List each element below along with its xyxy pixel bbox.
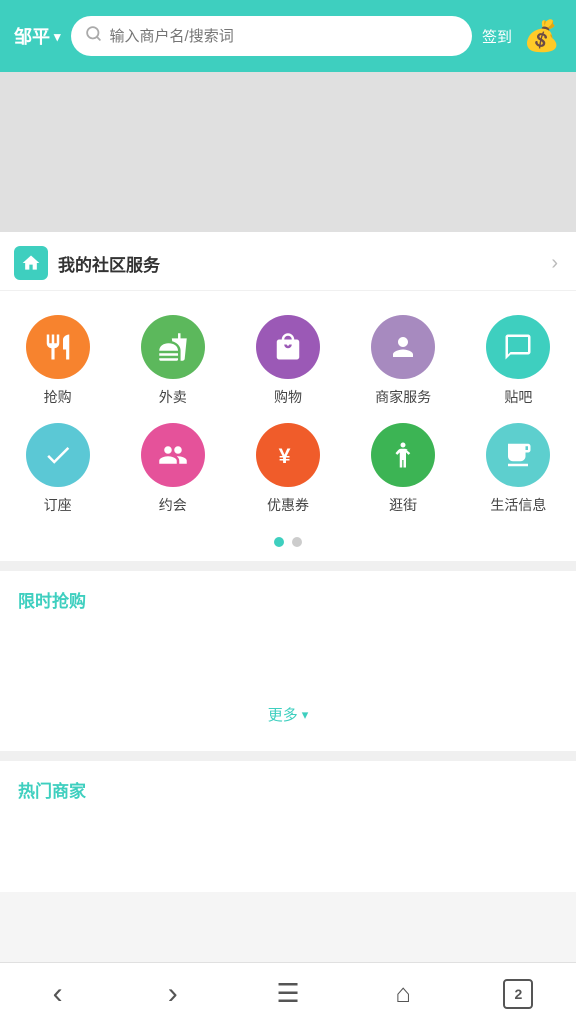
dot-1 <box>274 537 284 547</box>
menu-icon: ☰ <box>276 978 299 1009</box>
community-header: 我的社区服务 › <box>0 232 576 291</box>
community-more-icon[interactable]: › <box>551 252 558 275</box>
bottom-nav: ‹ › ☰ ⌂ 2 <box>0 962 576 1024</box>
icon-label-tieba: 贴吧 <box>504 387 532 407</box>
community-section: 我的社区服务 › 抢购 外卖 <box>0 232 576 561</box>
bag-button[interactable]: 💰 <box>522 16 562 56</box>
more-label: 更多 <box>268 704 298 725</box>
windows-icon: 2 <box>503 979 533 1009</box>
community-house-icon <box>14 246 48 280</box>
icon-label-youhuiquan: 优惠券 <box>267 495 309 515</box>
svg-text:¥: ¥ <box>279 444 291 468</box>
icon-circle-jiejie <box>371 423 435 487</box>
signin-button[interactable]: 签到 <box>482 26 512 47</box>
bag-icon: 💰 <box>523 19 560 54</box>
icon-shangjia[interactable]: 商家服务 <box>346 307 461 415</box>
more-button[interactable]: 更多 ▾ <box>18 692 558 741</box>
page-dots <box>0 531 576 561</box>
icon-circle-tieba <box>486 315 550 379</box>
icon-circle-dingzuo <box>26 423 90 487</box>
home-icon: ⌂ <box>395 978 411 1009</box>
location-button[interactable]: 邹平 ▾ <box>14 23 61 49</box>
flash-sale-content <box>18 612 558 692</box>
icon-label-waimai: 外卖 <box>159 387 187 407</box>
forward-icon: › <box>168 977 178 1011</box>
icon-label-jiejie: 逛街 <box>389 495 417 515</box>
search-bar[interactable] <box>71 16 472 56</box>
hot-merchants-content <box>18 812 558 872</box>
icon-circle-youhuiquan: ¥ <box>256 423 320 487</box>
nav-home[interactable]: ⌂ <box>346 963 461 1024</box>
icon-dingzuo[interactable]: 订座 <box>0 415 115 523</box>
location-label: 邹平 <box>14 23 50 49</box>
location-chevron-icon: ▾ <box>54 29 61 45</box>
icon-tieba[interactable]: 贴吧 <box>461 307 576 415</box>
icon-gouwu[interactable]: 购物 <box>230 307 345 415</box>
icon-waimai[interactable]: 外卖 <box>115 307 230 415</box>
icon-label-qiangou: 抢购 <box>44 387 72 407</box>
icon-youhuiquan[interactable]: ¥ 优惠券 <box>230 415 345 523</box>
search-input[interactable] <box>110 28 458 45</box>
dot-2 <box>292 537 302 547</box>
icon-circle-qiangou <box>26 315 90 379</box>
divider-2 <box>0 751 576 761</box>
nav-windows[interactable]: 2 <box>461 963 576 1024</box>
icon-qiangou[interactable]: 抢购 <box>0 307 115 415</box>
icon-yuehui[interactable]: 约会 <box>115 415 230 523</box>
icon-circle-shangjia <box>371 315 435 379</box>
search-icon <box>85 25 102 47</box>
hot-merchants-section: 热门商家 <box>0 761 576 892</box>
divider-1 <box>0 561 576 571</box>
flash-sale-section: 限时抢购 更多 ▾ <box>0 571 576 751</box>
icon-label-shenghuo: 生活信息 <box>490 495 546 515</box>
icon-circle-yuehui <box>141 423 205 487</box>
icon-label-yuehui: 约会 <box>159 495 187 515</box>
nav-forward[interactable]: › <box>115 963 230 1024</box>
back-icon: ‹ <box>53 977 63 1011</box>
nav-back[interactable]: ‹ <box>0 963 115 1024</box>
nav-menu[interactable]: ☰ <box>230 963 345 1024</box>
header: 邹平 ▾ 签到 💰 <box>0 0 576 72</box>
community-title: 我的社区服务 <box>58 251 160 276</box>
icon-label-shangjia: 商家服务 <box>375 387 431 407</box>
icon-label-dingzuo: 订座 <box>44 495 72 515</box>
icon-label-gouwu: 购物 <box>274 387 302 407</box>
icon-shenghuo[interactable]: 生活信息 <box>461 415 576 523</box>
icon-circle-shenghuo <box>486 423 550 487</box>
icon-circle-gouwu <box>256 315 320 379</box>
banner <box>0 72 576 232</box>
more-chevron-icon: ▾ <box>302 707 309 723</box>
community-header-left: 我的社区服务 <box>14 246 160 280</box>
hot-merchants-title: 热门商家 <box>18 777 558 802</box>
flash-sale-title: 限时抢购 <box>18 587 558 612</box>
icons-grid-row1: 抢购 外卖 购物 <box>0 291 576 531</box>
icon-jiejie[interactable]: 逛街 <box>346 415 461 523</box>
icon-circle-waimai <box>141 315 205 379</box>
